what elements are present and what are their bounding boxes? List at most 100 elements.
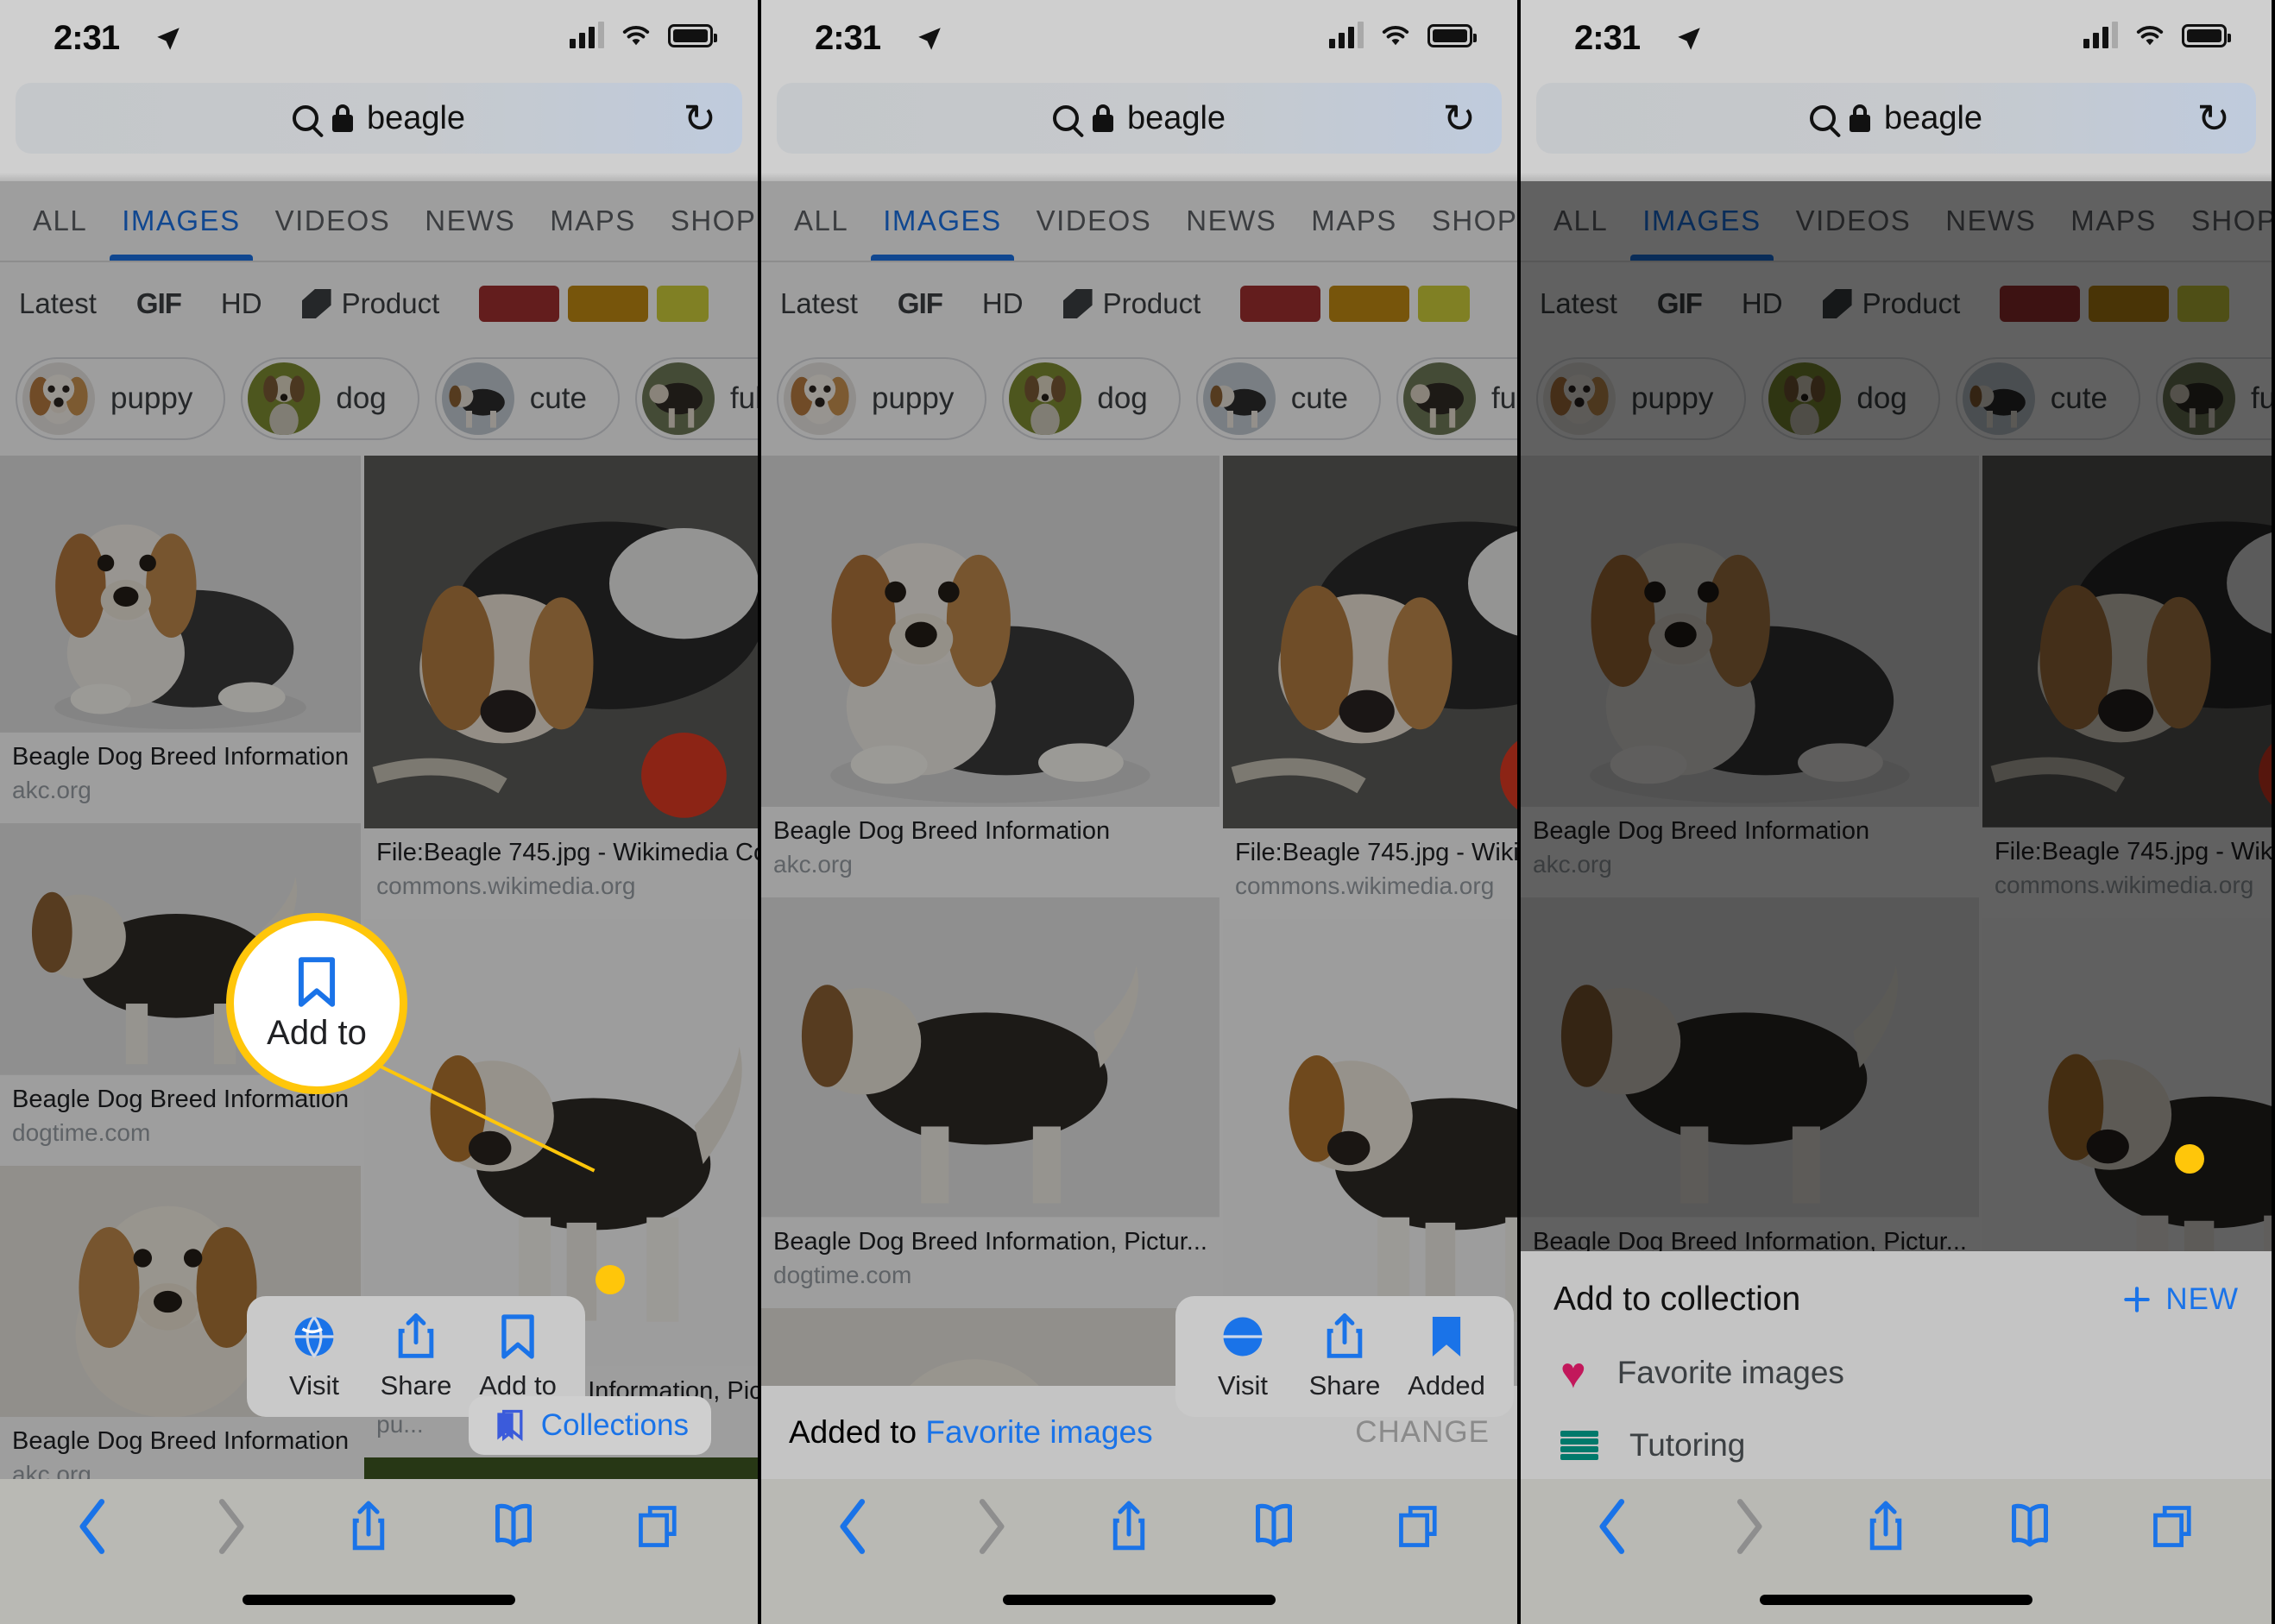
status-bar: 2:31 — [761, 0, 1517, 83]
add-to-button[interactable]: Add to — [471, 1310, 564, 1401]
browser-toolbar — [1521, 1479, 2272, 1624]
collection-item-favorite-images[interactable]: ♥ Favorite images — [1553, 1351, 2239, 1394]
tabs-button[interactable] — [2150, 1500, 2198, 1553]
result-card[interactable]: Beagle Dog Breed Information, Pictur... … — [761, 897, 1219, 1308]
tab-images[interactable]: IMAGES — [104, 181, 257, 261]
bookmarks-button[interactable] — [2004, 1500, 2056, 1553]
tab-maps[interactable]: MAPS — [1294, 181, 1415, 261]
filter-product[interactable]: Product — [1822, 287, 1960, 320]
tab-maps[interactable]: MAPS — [533, 181, 653, 261]
chip-full-grown[interactable]: full g — [2155, 357, 2272, 440]
filter-latest[interactable]: Latest — [19, 287, 97, 320]
result-image[interactable] — [1222, 456, 1517, 829]
result-image[interactable] — [364, 456, 758, 829]
color-swatch-yellow[interactable] — [1418, 286, 1471, 322]
tab-news[interactable]: NEWS — [1169, 181, 1294, 261]
result-card[interactable]: Beagle Dog Breed Information akc.org — [1521, 456, 1979, 898]
chip-cute[interactable]: cute — [1955, 357, 2140, 440]
result-card[interactable]: Beagle Dog Breed Information akc.org — [0, 456, 362, 823]
tab-news[interactable]: NEWS — [407, 181, 533, 261]
search-input[interactable]: beagle ↻ — [777, 83, 1502, 154]
share-button[interactable] — [1862, 1498, 1909, 1555]
filter-gif[interactable]: GIF — [1657, 287, 1703, 320]
chip-dog[interactable]: dog — [1761, 357, 1940, 440]
reload-icon[interactable]: ↻ — [2196, 98, 2230, 138]
filter-gif[interactable]: GIF — [136, 287, 182, 320]
chip-dog[interactable]: dog — [1002, 357, 1181, 440]
tab-all[interactable]: ALL — [1536, 181, 1625, 261]
result-card[interactable]: Beagle Dog Breed Information akc.org — [761, 456, 1219, 898]
tab-maps[interactable]: MAPS — [2053, 181, 2174, 261]
tab-shopping[interactable]: SHOPPING — [653, 181, 758, 261]
snackbar-change-button[interactable]: CHANGE — [1355, 1415, 1490, 1450]
result-image[interactable] — [761, 456, 1219, 808]
back-button[interactable] — [1594, 1498, 1634, 1555]
chip-full-grown[interactable]: full g — [634, 357, 758, 440]
reload-icon[interactable]: ↻ — [1442, 98, 1476, 138]
tabs-button[interactable] — [635, 1500, 684, 1553]
search-input[interactable]: beagle ↻ — [1536, 83, 2256, 154]
new-collection-button[interactable]: NEW — [2121, 1282, 2239, 1317]
result-image[interactable] — [0, 456, 362, 733]
chip-puppy[interactable]: puppy — [777, 357, 987, 440]
filter-gif[interactable]: GIF — [898, 287, 943, 320]
visit-button[interactable]: Visit — [268, 1310, 361, 1401]
tabs-button[interactable] — [1396, 1500, 1444, 1553]
result-card[interactable]: File:Beagle 745.jpg - Wikimedia Com... c… — [364, 456, 758, 920]
filter-hd[interactable]: HD — [1742, 287, 1783, 320]
bookmarks-button[interactable] — [1248, 1500, 1300, 1553]
chip-label: cute — [2050, 381, 2108, 415]
chip-dog[interactable]: dog — [241, 357, 419, 440]
chip-full-grown[interactable]: full g — [1396, 357, 1517, 440]
color-swatch-red[interactable] — [1240, 286, 1321, 322]
color-swatch-orange[interactable] — [2089, 286, 2170, 322]
share-button[interactable] — [1106, 1498, 1152, 1555]
result-image[interactable] — [1521, 456, 1979, 808]
color-swatch-yellow[interactable] — [2177, 286, 2230, 322]
filter-hd[interactable]: HD — [221, 287, 262, 320]
back-button[interactable] — [74, 1498, 114, 1555]
result-card[interactable]: Beagle Dog Breed Information, Pictur... … — [1521, 897, 1979, 1308]
chip-cute[interactable]: cute — [1195, 357, 1381, 440]
result-image[interactable] — [1982, 456, 2272, 828]
result-image[interactable] — [761, 897, 1219, 1218]
filter-product[interactable]: Product — [301, 287, 439, 320]
tab-videos[interactable]: VIDEOS — [1019, 181, 1169, 261]
bookmarks-button[interactable] — [488, 1500, 539, 1553]
tab-videos[interactable]: VIDEOS — [258, 181, 408, 261]
filter-latest[interactable]: Latest — [780, 287, 858, 320]
color-swatch-yellow[interactable] — [657, 286, 709, 322]
reload-icon[interactable]: ↻ — [683, 98, 716, 138]
result-card[interactable]: File:Beagle 745.jpg - Wikimedia Com... c… — [1222, 456, 1517, 920]
filter-hd[interactable]: HD — [982, 287, 1024, 320]
chip-puppy[interactable]: puppy — [16, 357, 226, 440]
visit-button[interactable]: Visit — [1196, 1310, 1289, 1401]
tab-images[interactable]: IMAGES — [866, 181, 1018, 261]
share-button[interactable] — [345, 1498, 392, 1555]
tab-shopping[interactable]: SHOPPING — [2174, 181, 2272, 261]
result-card[interactable]: File:Beagle 745.jpg - Wikimedia Com... c… — [1982, 456, 2272, 918]
result-image[interactable] — [1521, 897, 1979, 1218]
search-input[interactable]: beagle ↻ — [16, 83, 742, 154]
chip-puppy[interactable]: puppy — [1536, 357, 1747, 440]
tab-all[interactable]: ALL — [777, 181, 866, 261]
tab-videos[interactable]: VIDEOS — [1779, 181, 1929, 261]
collection-item-tutoring[interactable]: Tutoring — [1553, 1427, 2239, 1463]
color-swatch-red[interactable] — [2000, 286, 2081, 322]
tab-all[interactable]: ALL — [16, 181, 104, 261]
color-swatch-orange[interactable] — [1329, 286, 1410, 322]
tab-shopping[interactable]: SHOPPING — [1415, 181, 1517, 261]
filter-product[interactable]: Product — [1062, 287, 1201, 320]
color-swatch-orange[interactable] — [568, 286, 649, 322]
added-button[interactable]: Added — [1400, 1310, 1493, 1401]
back-button[interactable] — [835, 1498, 874, 1555]
share-button[interactable]: Share — [369, 1310, 463, 1401]
color-swatch-red[interactable] — [479, 286, 560, 322]
filter-latest[interactable]: Latest — [1540, 287, 1617, 320]
tab-news[interactable]: NEWS — [1928, 181, 2053, 261]
share-button[interactable]: Share — [1298, 1310, 1391, 1401]
snackbar-collection-link[interactable]: Favorite images — [925, 1414, 1152, 1450]
chip-cute[interactable]: cute — [434, 357, 620, 440]
collections-button[interactable]: Collections — [468, 1396, 711, 1455]
tab-images[interactable]: IMAGES — [1625, 181, 1778, 261]
